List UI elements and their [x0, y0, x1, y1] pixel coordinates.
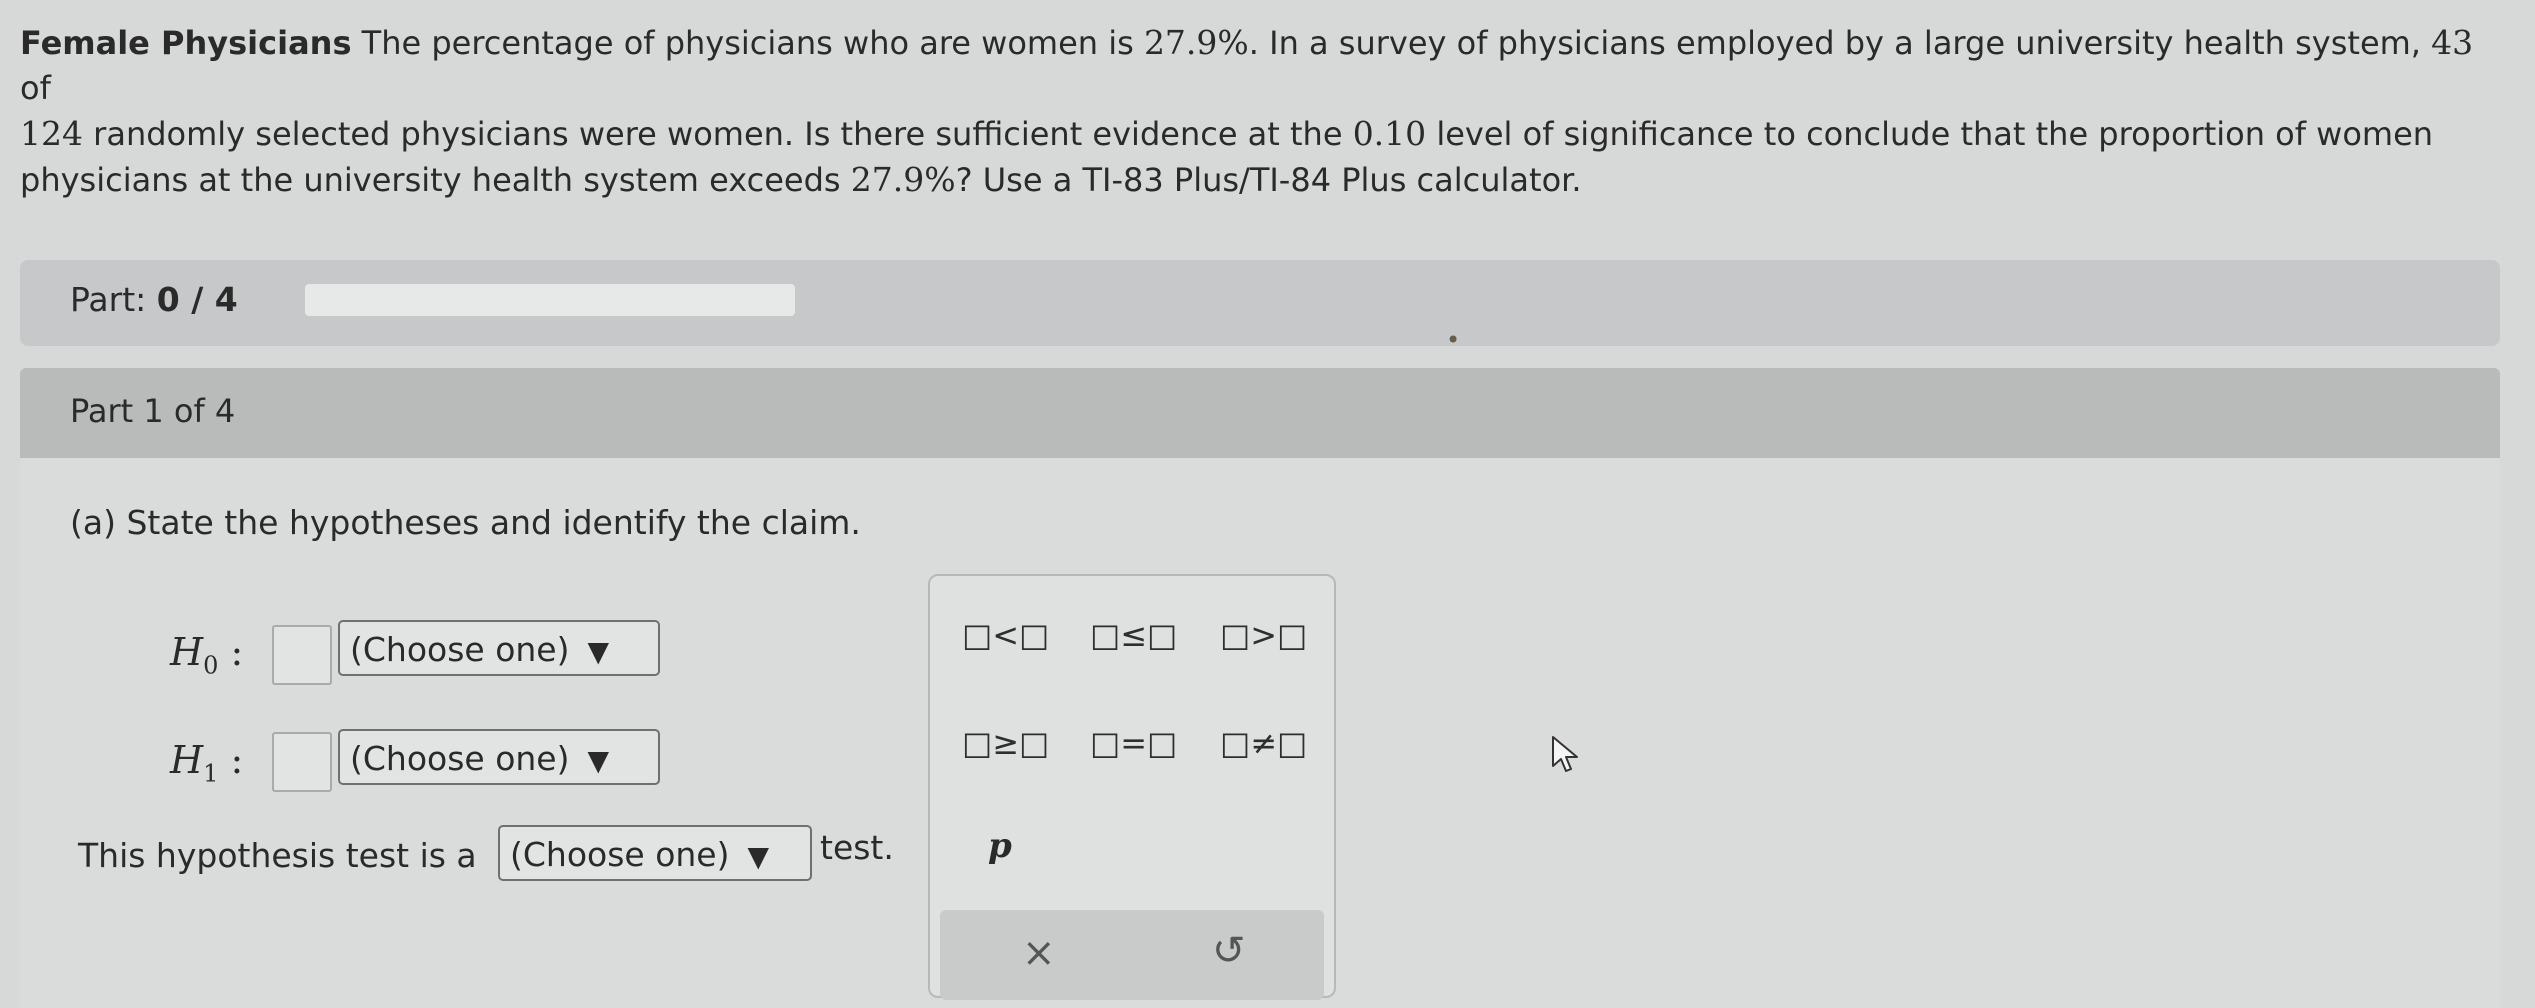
dropdown-arrow-icon: ▼ [587, 744, 610, 777]
problem-line-3: physicians at the university health syst… [20, 157, 2500, 203]
problem-text-1: The percentage of physicians who are wom… [351, 24, 1144, 62]
clear-icon[interactable]: × [1022, 930, 1056, 976]
cursor-arrow-icon [1552, 736, 1578, 772]
test-type-dropdown-value: (Choose one) [510, 835, 730, 874]
percentage-value-2: 27.9% [850, 160, 956, 199]
problem-text-5: level of significance to conclude that t… [1426, 115, 2434, 153]
problem-text-2: . In a survey of physicians employed by … [1248, 24, 2432, 62]
part-section-header: Part 1 of 4 [20, 368, 2500, 458]
problem-text-6: physicians at the university health syst… [20, 161, 851, 199]
women-count: 43 [2431, 23, 2474, 62]
dropdown-arrow-icon: ▼ [747, 840, 770, 873]
symbol-palette: □<□ □≤□ □>□ □≥□ □=□ □≠□ p × ↺ [928, 574, 1336, 1000]
h1-colon: : [230, 738, 244, 782]
h0-letter: H [170, 630, 204, 674]
h0-subscript: 0 [203, 651, 219, 680]
part-progress-bar: Part: 0 / 4 [20, 260, 2500, 346]
less-than-button[interactable]: □<□ [962, 616, 1049, 654]
sample-size: 124 [20, 114, 83, 153]
palette-footer: × ↺ [940, 910, 1324, 1000]
undo-icon[interactable]: ↺ [1212, 928, 1246, 974]
h0-colon: : [230, 630, 244, 674]
h0-dropdown[interactable]: (Choose one) ▼ [338, 620, 660, 676]
greater-than-button[interactable]: □>□ [1220, 616, 1307, 654]
problem-text-7: ? Use a TI-83 Plus/TI-84 Plus calculator… [955, 161, 1582, 199]
problem-line-1: Female Physicians The percentage of phys… [20, 20, 2500, 111]
part-progress-value: 0 / 4 [156, 280, 238, 319]
h1-answer-blank[interactable] [272, 732, 332, 792]
part-section-title: Part 1 of 4 [70, 392, 236, 430]
test-line-prefix: This hypothesis test is a [78, 836, 477, 875]
problem-line-2: 124 randomly selected physicians were wo… [20, 111, 2500, 157]
problem-statement: Female Physicians The percentage of phys… [20, 20, 2500, 203]
screen-speck: • [1446, 326, 1461, 354]
problem-title: Female Physicians [20, 24, 352, 62]
problem-text-4: randomly selected physicians were women.… [83, 115, 1353, 153]
h1-dropdown-value: (Choose one) [350, 739, 570, 778]
percentage-value: 27.9% [1143, 23, 1249, 62]
h1-dropdown[interactable]: (Choose one) ▼ [338, 729, 660, 785]
not-equal-button[interactable]: □≠□ [1220, 724, 1307, 762]
part-label-text: Part: [70, 280, 157, 319]
test-line-suffix: test. [820, 828, 894, 867]
equals-button[interactable]: □=□ [1090, 724, 1177, 762]
p-symbol-button[interactable]: p [988, 826, 1012, 866]
dropdown-arrow-icon: ▼ [587, 635, 610, 668]
h1-letter: H [170, 738, 204, 782]
h0-label: H0 : [170, 630, 243, 680]
less-equal-button[interactable]: □≤□ [1090, 616, 1177, 654]
question-text: (a) State the hypotheses and identify th… [70, 503, 861, 542]
test-type-dropdown[interactable]: (Choose one) ▼ [498, 825, 812, 881]
h0-answer-blank[interactable] [272, 625, 332, 685]
h1-subscript: 1 [203, 759, 219, 788]
significance-level: 0.10 [1352, 114, 1427, 153]
greater-equal-button[interactable]: □≥□ [962, 724, 1049, 762]
progress-track [305, 284, 795, 316]
h1-label: H1 : [170, 738, 243, 788]
problem-text-3: of [20, 69, 51, 107]
part-progress-label: Part: 0 / 4 [70, 280, 238, 319]
h0-dropdown-value: (Choose one) [350, 630, 570, 669]
